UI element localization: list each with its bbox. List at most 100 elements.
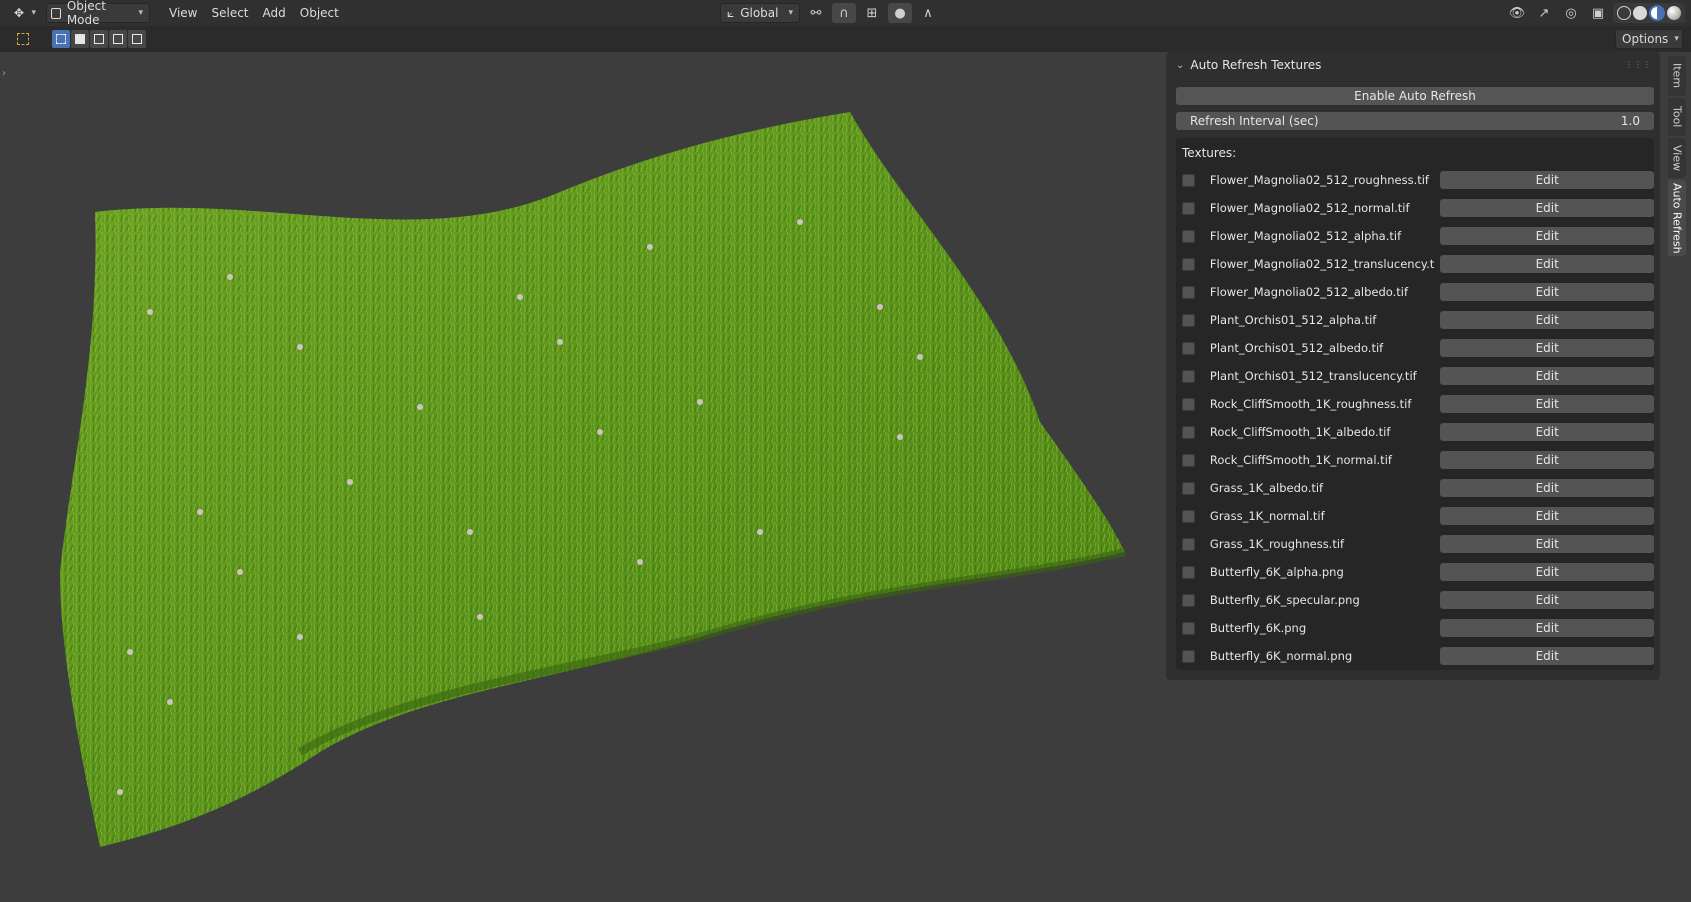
- texture-checkbox[interactable]: [1182, 341, 1195, 355]
- texture-row: Butterfly_6K.png Edit: [1176, 614, 1654, 642]
- snap-target-button[interactable]: ⊞: [860, 3, 884, 23]
- texture-name: Rock_CliffSmooth_1K_albedo.tif: [1209, 425, 1391, 439]
- material-shading-icon[interactable]: [1649, 5, 1665, 21]
- texture-checkbox[interactable]: [1182, 593, 1195, 607]
- solid-shading-icon[interactable]: [1633, 6, 1647, 20]
- texture-row: Rock_CliffSmooth_1K_albedo.tif Edit: [1176, 418, 1654, 446]
- texture-row: Flower_Magnolia02_512_normal.tif Edit: [1176, 194, 1654, 222]
- texture-row: Grass_1K_albedo.tif Edit: [1176, 474, 1654, 502]
- textures-box: Textures: Flower_Magnolia02_512_roughnes…: [1176, 138, 1654, 670]
- orientation-select[interactable]: ⟀ Global ▾: [720, 3, 800, 23]
- tab-auto-refresh-label: Auto Refresh: [1670, 182, 1684, 254]
- proportional-falloff-button[interactable]: ∧: [916, 3, 940, 23]
- panel-header[interactable]: ⌄ Auto Refresh Textures: [1176, 58, 1321, 72]
- tab-tool[interactable]: Tool: [1668, 98, 1686, 136]
- texture-checkbox[interactable]: [1182, 285, 1195, 299]
- xray-toggle[interactable]: ▣: [1586, 3, 1610, 23]
- tab-item[interactable]: Item: [1668, 56, 1686, 96]
- edit-texture-button[interactable]: Edit: [1440, 619, 1654, 637]
- tab-tool-label: Tool: [1670, 106, 1684, 128]
- pivot-point-button[interactable]: ⚯: [804, 3, 828, 23]
- edit-texture-button[interactable]: Edit: [1440, 423, 1654, 441]
- texture-checkbox[interactable]: [1182, 453, 1195, 467]
- texture-checkbox[interactable]: [1182, 201, 1195, 215]
- edit-texture-button[interactable]: Edit: [1440, 507, 1654, 525]
- tab-view[interactable]: View: [1668, 138, 1686, 178]
- tool-header: Options ▾: [0, 26, 1691, 52]
- edit-texture-button[interactable]: Edit: [1440, 283, 1654, 301]
- tab-view-label: View: [1670, 144, 1684, 172]
- menu-object[interactable]: Object: [293, 3, 346, 23]
- texture-checkbox[interactable]: [1182, 425, 1195, 439]
- editor-type-button[interactable]: ✥ ▾: [8, 3, 42, 23]
- chevron-down-icon: ▾: [31, 8, 36, 18]
- refresh-interval-value: 1.0: [1620, 114, 1640, 128]
- select-intersect-icon: [132, 34, 142, 44]
- menu-select[interactable]: Select: [204, 3, 255, 23]
- proportional-edit-toggle[interactable]: ●: [888, 3, 912, 23]
- selection-extend-button[interactable]: [71, 30, 89, 48]
- snap-toggle[interactable]: ∩: [832, 3, 856, 23]
- edit-texture-button[interactable]: Edit: [1440, 227, 1654, 245]
- select-box-tool[interactable]: [12, 29, 34, 49]
- texture-checkbox[interactable]: [1182, 173, 1195, 187]
- menu-add[interactable]: Add: [256, 3, 293, 23]
- edit-texture-button[interactable]: Edit: [1440, 535, 1654, 553]
- edit-texture-button[interactable]: Edit: [1440, 479, 1654, 497]
- edit-texture-button[interactable]: Edit: [1440, 311, 1654, 329]
- texture-checkbox[interactable]: [1182, 229, 1195, 243]
- drag-grip-icon[interactable]: ⋮⋮⋮: [1625, 60, 1652, 69]
- rendered-shading-icon[interactable]: [1667, 6, 1681, 20]
- menu-view[interactable]: View: [162, 3, 204, 23]
- visibility-button[interactable]: 👁: [1505, 3, 1529, 23]
- edit-texture-button[interactable]: Edit: [1440, 647, 1654, 665]
- texture-checkbox[interactable]: [1182, 313, 1195, 327]
- texture-name: Flower_Magnolia02_512_albedo.tif: [1209, 285, 1408, 299]
- selection-subtract-button[interactable]: [90, 30, 108, 48]
- orientation-label: Global: [740, 6, 779, 20]
- texture-checkbox[interactable]: [1182, 649, 1195, 663]
- texture-name: Grass_1K_normal.tif: [1209, 509, 1325, 523]
- edit-texture-button[interactable]: Edit: [1440, 199, 1654, 217]
- edit-texture-button[interactable]: Edit: [1440, 367, 1654, 385]
- options-dropdown[interactable]: Options ▾: [1615, 29, 1683, 49]
- texture-row: Rock_CliffSmooth_1K_roughness.tif Edit: [1176, 390, 1654, 418]
- refresh-interval-label: Refresh Interval (sec): [1190, 114, 1319, 128]
- select-new-icon: [56, 34, 66, 44]
- texture-checkbox[interactable]: [1182, 509, 1195, 523]
- texture-checkbox[interactable]: [1182, 621, 1195, 635]
- header-menu: View Select Add Object: [162, 3, 346, 23]
- texture-checkbox[interactable]: [1182, 537, 1195, 551]
- texture-checkbox[interactable]: [1182, 397, 1195, 411]
- tab-auto-refresh[interactable]: Auto Refresh: [1668, 180, 1686, 256]
- texture-row: Butterfly_6K_specular.png Edit: [1176, 586, 1654, 614]
- gizmo-button[interactable]: ↗: [1532, 3, 1556, 23]
- selection-new-button[interactable]: [52, 30, 70, 48]
- edit-texture-button[interactable]: Edit: [1440, 255, 1654, 273]
- texture-checkbox[interactable]: [1182, 257, 1195, 271]
- chevron-down-icon: ▾: [788, 8, 793, 18]
- refresh-interval-field[interactable]: Refresh Interval (sec) 1.0: [1176, 112, 1654, 130]
- wireframe-shading-icon[interactable]: [1617, 6, 1631, 20]
- overlays-button[interactable]: ◎: [1559, 3, 1583, 23]
- texture-name: Rock_CliffSmooth_1K_roughness.tif: [1209, 397, 1412, 411]
- texture-checkbox[interactable]: [1182, 565, 1195, 579]
- edit-texture-button[interactable]: Edit: [1440, 591, 1654, 609]
- enable-auto-refresh-button[interactable]: Enable Auto Refresh: [1176, 87, 1654, 105]
- object-mode-icon: [51, 7, 61, 19]
- edit-texture-button[interactable]: Edit: [1440, 171, 1654, 189]
- texture-checkbox[interactable]: [1182, 369, 1195, 383]
- edit-texture-button[interactable]: Edit: [1440, 451, 1654, 469]
- mode-select[interactable]: Object Mode ▾: [46, 0, 150, 27]
- texture-row: Plant_Orchis01_512_albedo.tif Edit: [1176, 334, 1654, 362]
- xray-icon: ▣: [1591, 5, 1605, 21]
- selection-intersect-button[interactable]: [128, 30, 146, 48]
- edit-texture-button[interactable]: Edit: [1440, 395, 1654, 413]
- edit-texture-button[interactable]: Edit: [1440, 339, 1654, 357]
- selection-invert-button[interactable]: [109, 30, 127, 48]
- texture-name: Flower_Magnolia02_512_alpha.tif: [1209, 229, 1402, 243]
- texture-row: Butterfly_6K_normal.png Edit: [1176, 642, 1654, 670]
- edit-texture-button[interactable]: Edit: [1440, 563, 1654, 581]
- texture-checkbox[interactable]: [1182, 481, 1195, 495]
- gizmo-arrow-icon: ↗: [1538, 5, 1550, 21]
